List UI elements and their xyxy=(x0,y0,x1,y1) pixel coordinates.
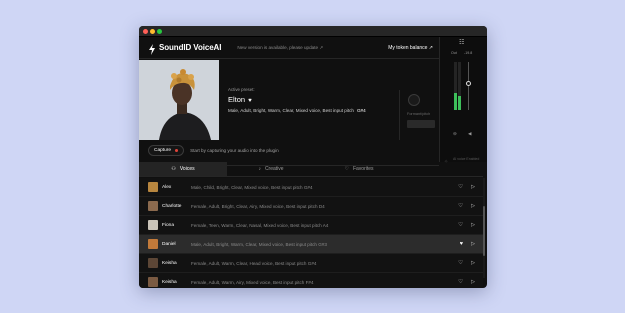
voice-list-scrollbar[interactable] xyxy=(483,178,485,278)
link-icon[interactable]: ⊖ xyxy=(453,131,457,137)
output-meter-right-fill xyxy=(458,95,461,110)
play-icon[interactable]: ▷ xyxy=(471,222,475,228)
formant-control: Formant/pitch xyxy=(399,90,439,140)
preset-portrait xyxy=(139,60,219,140)
voice-description: Female, Adult, Warm, Clear, Head voice, … xyxy=(191,260,317,266)
tab-voices[interactable]: ⚇ Voices xyxy=(139,162,227,176)
app-header: SoundID VoiceAI New version is available… xyxy=(139,37,439,59)
voice-description: Male, Adult, Bright, Warm, Clear, Mixed … xyxy=(191,241,327,247)
voice-name: Fiona xyxy=(162,222,174,228)
voice-avatar xyxy=(148,277,158,287)
favorite-heart-icon[interactable]: ♥ xyxy=(248,98,252,104)
formant-knob[interactable] xyxy=(408,94,420,106)
music-note-icon: ♪ xyxy=(258,166,261,172)
voice-name: Alex xyxy=(162,184,172,190)
voice-avatar xyxy=(148,258,158,268)
play-icon[interactable]: ▷ xyxy=(471,184,475,190)
favorite-heart-icon[interactable]: ♡ xyxy=(458,184,463,190)
play-icon[interactable]: ▷ xyxy=(471,279,475,285)
output-meter-right xyxy=(458,62,461,110)
update-notice-link[interactable]: New version is available, please update … xyxy=(237,45,323,51)
voice-avatar xyxy=(148,201,158,211)
output-meter-left-fill xyxy=(454,93,457,110)
tab-label: Creative xyxy=(264,166,284,172)
scrollbar-thumb[interactable] xyxy=(483,206,485,256)
heart-icon: ♡ xyxy=(344,166,349,172)
level-readout: -19.8 xyxy=(464,51,473,55)
plugin-window: SoundID VoiceAI New version is available… xyxy=(139,26,487,288)
voice-name: Charlotte xyxy=(162,203,182,209)
close-window-button[interactable] xyxy=(143,29,148,34)
logo-icon xyxy=(148,42,156,55)
token-balance-link[interactable]: My token balance ↗ xyxy=(388,45,433,51)
voice-name: Keisha xyxy=(162,279,177,285)
output-meter-left xyxy=(454,62,457,110)
tab-creative[interactable]: ♪ Creative xyxy=(227,162,315,176)
play-icon[interactable]: ▷ xyxy=(471,241,475,247)
voice-row[interactable]: Alex Male, Child, Bright, Clear, Mixed v… xyxy=(139,178,483,197)
voice-list: Alex Male, Child, Bright, Clear, Mixed v… xyxy=(139,178,483,288)
zoom-window-button[interactable] xyxy=(157,29,162,34)
voice-description: Female, Teen, Warm, Clear, Nasal, Mixed … xyxy=(191,222,329,228)
capture-button-label: Capture xyxy=(154,147,172,153)
capture-button[interactable]: Capture xyxy=(148,144,185,156)
voice-description: Male, Child, Bright, Clear, Mixed voice,… xyxy=(191,184,313,190)
capture-hint: Start by capturing your audio into the p… xyxy=(190,147,279,153)
record-dot-icon xyxy=(175,148,179,152)
voice-name: Daniel xyxy=(162,241,176,247)
voice-row[interactable]: Keisha Female, Adult, Warm, Clear, Head … xyxy=(139,254,483,273)
voice-name: Keisha xyxy=(162,260,177,266)
tab-favorites[interactable]: ♡ Favorites xyxy=(315,162,403,176)
ai-voice-status: AI voice Enabled xyxy=(453,157,480,161)
favorite-heart-icon[interactable]: ♡ xyxy=(458,203,463,209)
preset-tags: Male, Adult, Bright, Warm, Clear, Mixed … xyxy=(228,108,366,113)
title-bar xyxy=(139,26,487,37)
active-preset-label: Active preset: xyxy=(228,87,255,92)
gain-slider-track[interactable] xyxy=(468,62,469,110)
voice-avatar xyxy=(148,239,158,249)
voice-avatar xyxy=(148,182,158,192)
play-icon[interactable]: ▷ xyxy=(471,260,475,266)
out-label: Out xyxy=(451,51,457,55)
gain-slider-handle[interactable] xyxy=(466,81,471,86)
voice-description: Female, Adult, Warm, Airy, Mixed voice, … xyxy=(191,279,314,285)
voice-avatar xyxy=(148,220,158,230)
capture-row: Capture Start by capturing your audio in… xyxy=(139,141,439,159)
preset-tags-text: Male, Adult, Bright, Warm, Clear, Mixed … xyxy=(228,108,354,113)
favorite-heart-filled-icon[interactable]: ♥ xyxy=(460,241,463,247)
favorite-heart-icon[interactable]: ♡ xyxy=(458,260,463,266)
voice-row[interactable]: Keisha Female, Adult, Warm, Airy, Mixed … xyxy=(139,273,483,288)
mixer-settings-icon[interactable]: ☷ xyxy=(459,39,464,46)
tab-label: Voices xyxy=(179,166,195,172)
formant-value-box[interactable] xyxy=(407,120,435,128)
formant-label: Formant/pitch xyxy=(407,112,431,116)
voice-description: Female, Adult, Bright, Clear, Airy, Mixe… xyxy=(191,203,325,209)
tab-bar: ⚇ Voices ♪ Creative ♡ Favorites xyxy=(139,162,483,177)
play-icon[interactable]: ▷ xyxy=(471,203,475,209)
io-panel: ☷ Out -19.8 ⊖ ◀ ✧ AI voice Enabled xyxy=(439,37,487,165)
favorite-heart-icon[interactable]: ♡ xyxy=(458,222,463,228)
voice-row[interactable]: Fiona Female, Teen, Warm, Clear, Nasal, … xyxy=(139,216,483,235)
minimize-window-button[interactable] xyxy=(150,29,155,34)
preset-pitch: G#4 xyxy=(356,108,366,113)
favorite-heart-icon[interactable]: ♡ xyxy=(458,279,463,285)
voice-row[interactable]: Charlotte Female, Adult, Bright, Clear, … xyxy=(139,197,483,216)
voice-row-selected[interactable]: Daniel Male, Adult, Bright, Warm, Clear,… xyxy=(139,235,483,254)
preset-name: Elton ♥ xyxy=(228,95,252,104)
app-logo-text: SoundID VoiceAI xyxy=(159,43,222,52)
tab-label: Favorites xyxy=(352,166,374,172)
preset-name-text: Elton xyxy=(228,95,246,104)
person-icon: ⚇ xyxy=(171,166,176,172)
speaker-icon[interactable]: ◀ xyxy=(468,131,471,137)
